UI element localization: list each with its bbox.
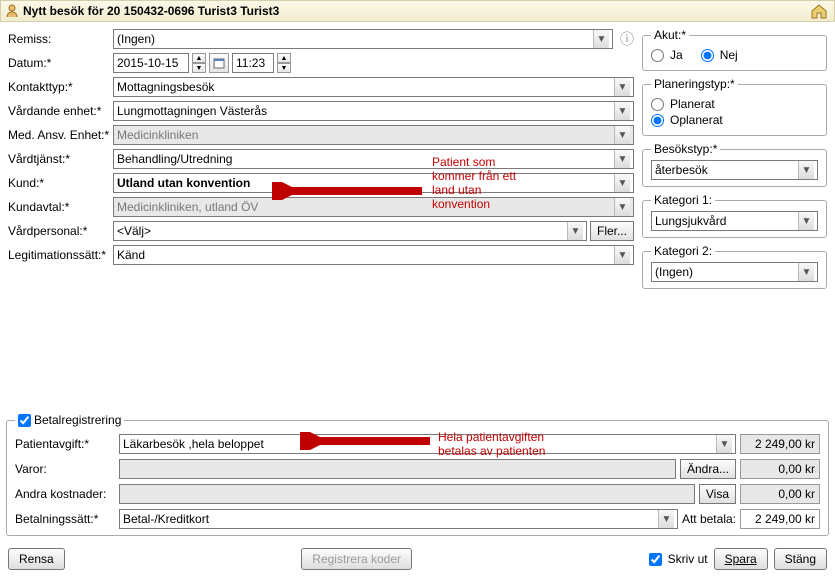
kategori1-legend: Kategori 1: (651, 193, 715, 207)
med-ansv-select: Medicinkliniken▼ (113, 125, 634, 145)
label-varor: Varor: (15, 462, 115, 476)
vardande-enhet-select[interactable]: Lungmottagningen Västerås▼ (113, 101, 634, 121)
andra-kostnader-amount: 0,00 kr (740, 484, 820, 504)
akut-group: Akut:* Ja Nej (642, 28, 827, 71)
label-legitimation: Legitimationssätt:* (8, 248, 113, 262)
akut-ja-radio[interactable] (651, 49, 664, 62)
kategori2-legend: Kategori 2: (651, 244, 715, 258)
chevron-down-icon: ▼ (798, 161, 814, 179)
kategori1-group: Kategori 1: Lungsjukvård▼ (642, 193, 827, 238)
label-betalningssatt: Betalningssätt:* (15, 512, 115, 526)
legitimation-select[interactable]: Känd▼ (113, 245, 634, 265)
chevron-down-icon: ▼ (614, 126, 630, 144)
visa-button[interactable]: Visa (699, 484, 736, 504)
skriv-ut-label: Skriv ut (668, 552, 708, 566)
betalregistrering-group: Betalregistrering Patientavgift:* Läkarb… (6, 413, 829, 536)
besokstyp-legend: Besökstyp:* (651, 142, 720, 156)
kundavtal-select: Medicinkliniken, utland ÖV▼ (113, 197, 634, 217)
betalregistrering-legend: Betalregistrering (15, 413, 124, 427)
akut-nej-label: Nej (720, 48, 738, 62)
vardpersonal-select[interactable]: <Välj>▼ (113, 221, 587, 241)
person-icon (5, 4, 19, 18)
besokstyp-select[interactable]: återbesök▼ (651, 160, 818, 180)
remiss-select[interactable]: (Ingen)▼ (113, 29, 613, 49)
label-remiss: Remiss: (8, 32, 113, 46)
betalregistrering-checkbox[interactable] (18, 414, 31, 427)
registrera-koder-button[interactable]: Registrera koder (301, 548, 412, 570)
planerat-label: Planerat (670, 97, 715, 111)
betalregistrering-label: Betalregistrering (34, 413, 121, 427)
stang-button[interactable]: Stäng (774, 548, 827, 570)
chevron-down-icon: ▼ (614, 150, 630, 168)
planeringstyp-legend: Planeringstyp:* (651, 77, 738, 91)
oplanerat-label: Oplanerat (670, 113, 723, 127)
vardtjanst-select[interactable]: Behandling/Utredning▼ (113, 149, 634, 169)
chevron-down-icon: ▼ (614, 174, 630, 192)
planeringstyp-group: Planeringstyp:* Planerat Oplanerat (642, 77, 827, 136)
chevron-down-icon: ▼ (567, 222, 583, 240)
time-spinner[interactable]: ▲▼ (277, 53, 291, 73)
title-text: Nytt besök för 20 150432-0696 Turist3 Tu… (23, 4, 279, 18)
label-kund: Kund:* (8, 176, 113, 190)
title-bar: Nytt besök för 20 150432-0696 Turist3 Tu… (0, 0, 835, 22)
label-datum: Datum:* (8, 56, 113, 70)
bottom-area: Betalregistrering Patientavgift:* Läkarb… (6, 413, 829, 576)
spara-button[interactable]: Spara (714, 548, 768, 570)
chevron-down-icon: ▼ (593, 30, 609, 48)
planerat-radio[interactable] (651, 98, 664, 111)
chevron-down-icon: ▼ (614, 246, 630, 264)
akut-ja-label: Ja (670, 48, 683, 62)
info-icon[interactable]: ⓘ (620, 29, 634, 49)
home-button[interactable] (808, 1, 830, 21)
betalningssatt-select[interactable]: Betal-/Kreditkort▼ (119, 509, 678, 529)
rensa-button[interactable]: Rensa (8, 548, 65, 570)
label-andra-kostnader: Andra kostnader: (15, 487, 115, 501)
date-input[interactable] (113, 53, 189, 73)
label-kontakttyp: Kontakttyp:* (8, 80, 113, 94)
andra-button[interactable]: Ändra... (680, 459, 736, 479)
att-betala-amount: 2 249,00 kr (740, 509, 820, 529)
label-vardpersonal: Vårdpersonal:* (8, 224, 113, 238)
fler-button[interactable]: Fler... (590, 221, 634, 241)
kontakttyp-select[interactable]: Mottagningsbesök▼ (113, 77, 634, 97)
chevron-down-icon: ▼ (614, 78, 630, 96)
besokstyp-group: Besökstyp:* återbesök▼ (642, 142, 827, 187)
chevron-down-icon: ▼ (614, 198, 630, 216)
label-patientavgift: Patientavgift:* (15, 437, 115, 451)
patientavgift-select[interactable]: Läkarbesök ,hela beloppet▼ (119, 434, 736, 454)
label-vardtjanst: Vårdtjänst:* (8, 152, 113, 166)
akut-nej-radio[interactable] (701, 49, 714, 62)
oplanerat-radio[interactable] (651, 114, 664, 127)
skriv-ut-checkbox[interactable] (649, 553, 662, 566)
chevron-down-icon: ▼ (614, 102, 630, 120)
chevron-down-icon: ▼ (716, 435, 732, 453)
calendar-button[interactable] (209, 53, 229, 73)
kund-select[interactable]: Utland utan konvention▼ (113, 173, 634, 193)
akut-legend: Akut:* (651, 28, 689, 42)
chevron-down-icon: ▼ (798, 263, 814, 281)
kategori2-select[interactable]: (Ingen)▼ (651, 262, 818, 282)
label-med-ansv: Med. Ansv. Enhet:* (8, 128, 113, 142)
chevron-down-icon: ▼ (658, 510, 674, 528)
kategori1-select[interactable]: Lungsjukvård▼ (651, 211, 818, 231)
chevron-down-icon: ▼ (798, 212, 814, 230)
varor-amount: 0,00 kr (740, 459, 820, 479)
form-area: Remiss: (Ingen)▼ ⓘ Datum:* ▲▼ ▲▼ Kontakt… (0, 22, 835, 301)
bottom-buttons: Rensa Registrera koder Skriv ut Spara St… (6, 542, 829, 576)
label-kundavtal: Kundavtal:* (8, 200, 113, 214)
time-input[interactable] (232, 53, 274, 73)
kategori2-group: Kategori 2: (Ingen)▼ (642, 244, 827, 289)
varor-field (119, 459, 676, 479)
patientavgift-amount: 2 249,00 kr (740, 434, 820, 454)
andra-kostnader-field (119, 484, 695, 504)
label-att-betala: Att betala: (682, 512, 736, 526)
date-spinner[interactable]: ▲▼ (192, 53, 206, 73)
label-vardande-enhet: Vårdande enhet:* (8, 104, 113, 118)
